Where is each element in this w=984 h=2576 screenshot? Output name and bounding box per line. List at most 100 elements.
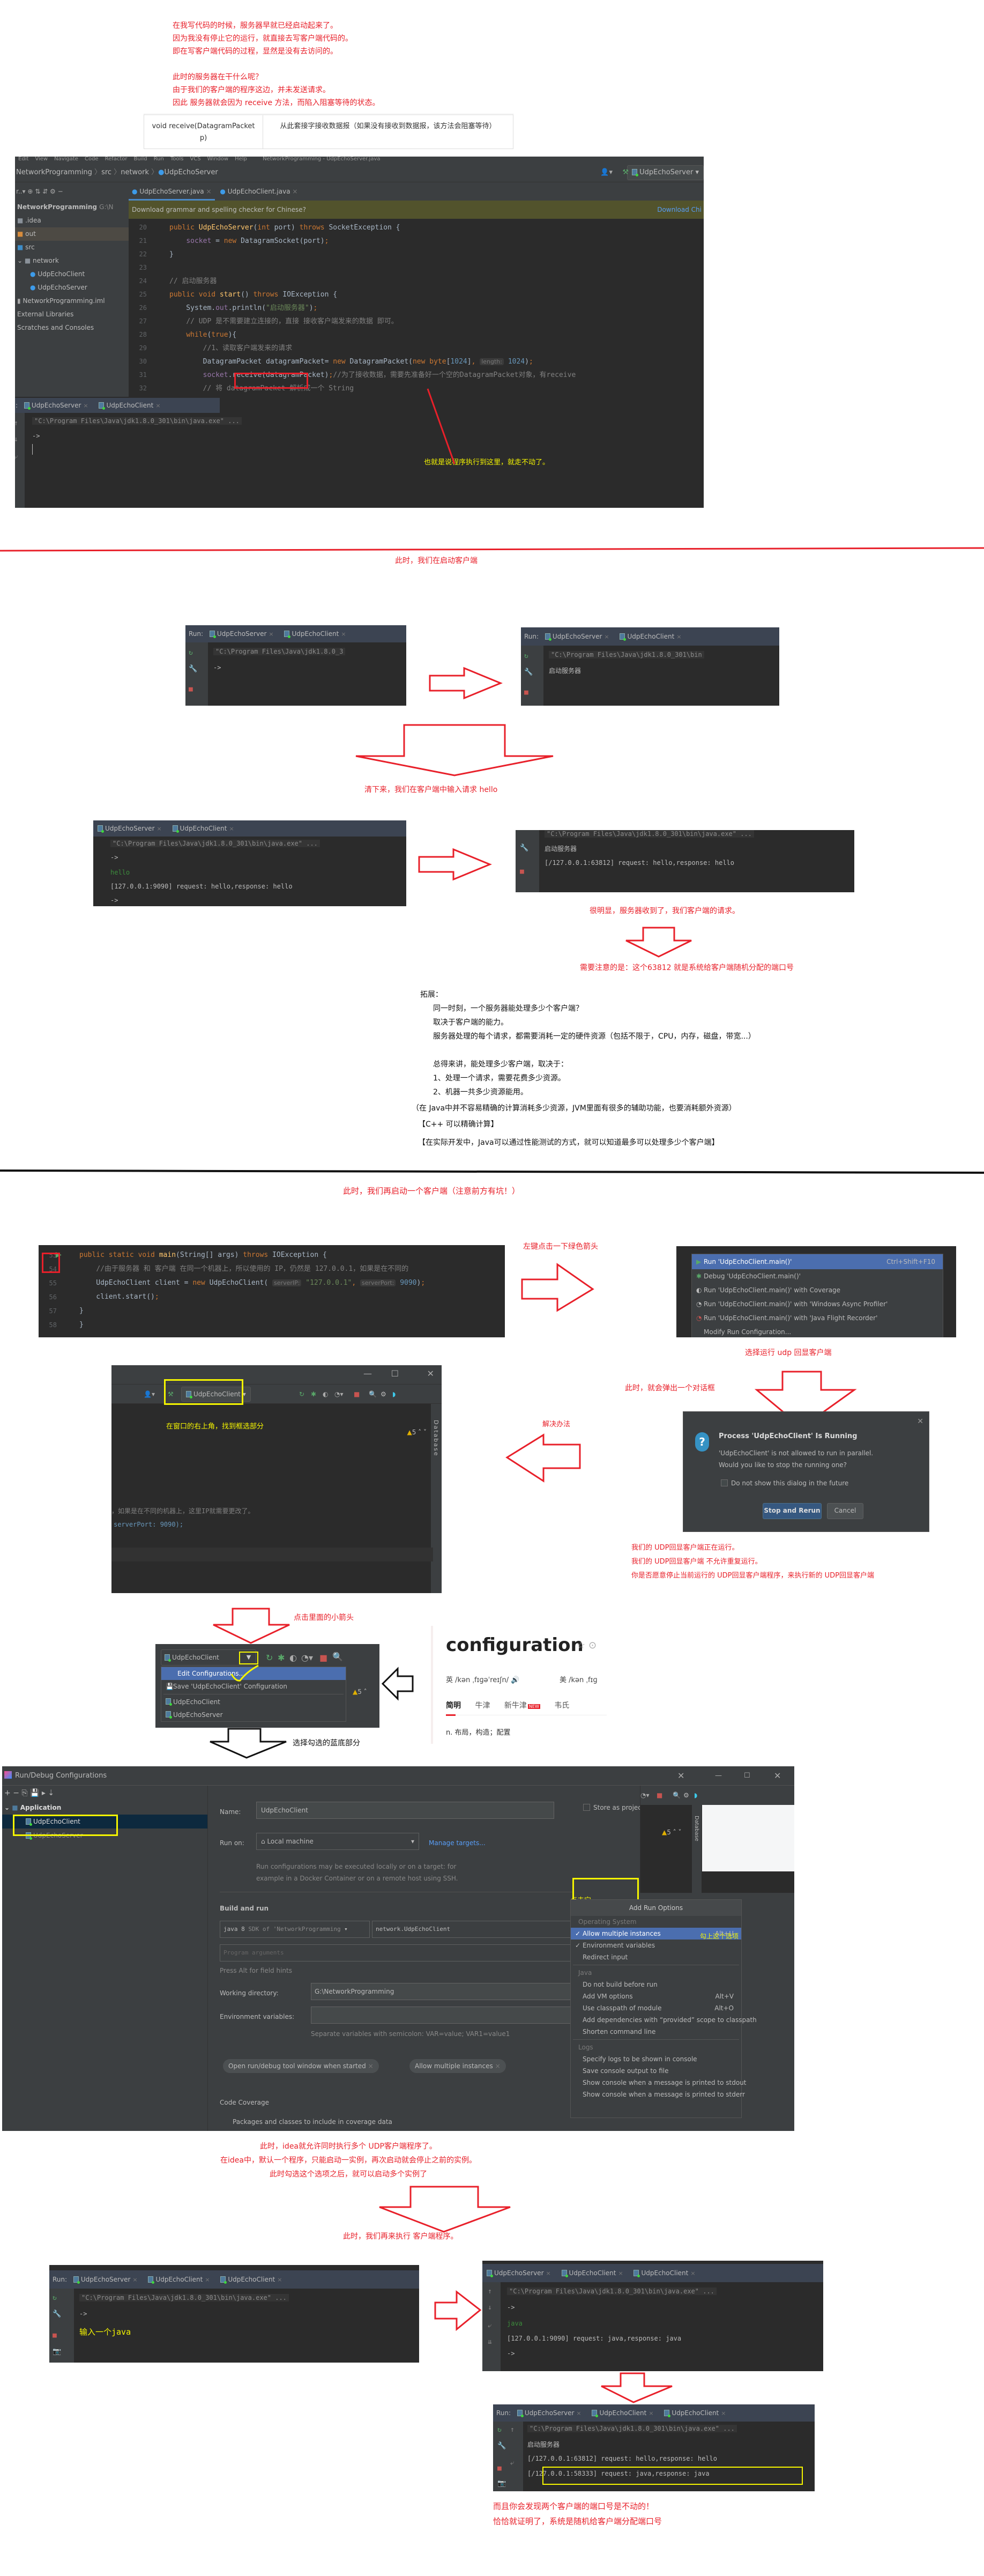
scroll-end-icon[interactable]: ⇊ — [488, 2338, 492, 2346]
search-icon[interactable]: 🔍 — [673, 1786, 681, 1805]
run-console[interactable]: ↻ 🔧 ■ "C:\Program Files\Java\jdk1.8.0_301\… — [521, 646, 779, 706]
folder-icon[interactable]: ▸ — [42, 1789, 46, 1797]
run-tab-server[interactable]: UdpEchoServer × — [93, 820, 166, 837]
run-console[interactable]: ↑ ↓ ⤶ ⇊ "C:\Program Files\Java\jdk1.8.0_301… — [482, 2282, 823, 2371]
remove-icon[interactable]: − — [13, 1789, 19, 1797]
editor-tab-server[interactable]: ● UdpEchoServer.java × — [129, 182, 215, 201]
profiler-icon[interactable]: ◔▾ — [334, 1385, 344, 1404]
config-item-client[interactable]: UdpEchoClient — [161, 1696, 346, 1708]
env-field[interactable] — [311, 2007, 573, 2024]
debug-icon[interactable]: ✱ — [278, 1653, 285, 1663]
close-icon[interactable]: × — [132, 2276, 137, 2283]
tree-item[interactable]: ● UdpEchoClient — [15, 268, 129, 281]
menu-item-run[interactable]: ▶ Run 'UdpEchoClient.main()' Ctrl+Shift+F1… — [692, 1254, 943, 1269]
breadcrumb-project[interactable]: NetworkProgramming — [16, 168, 92, 176]
rerun-icon[interactable]: ↻ — [189, 649, 193, 657]
menu-code[interactable]: Code — [85, 157, 99, 162]
close-icon[interactable]: × — [292, 188, 297, 195]
close-icon[interactable]: × — [495, 2062, 501, 2070]
camera-icon[interactable]: 📷 — [497, 2479, 506, 2488]
close-icon[interactable]: × — [277, 2276, 282, 2283]
highlight-dropdown-arrow[interactable]: ▼ — [239, 1652, 258, 1664]
menu-vcs[interactable]: VCS — [190, 157, 200, 162]
rerun-icon[interactable]: ↻ — [524, 652, 528, 660]
menu-view[interactable]: View — [35, 157, 48, 162]
wrap-icon[interactable]: ⤶ — [510, 2459, 514, 2467]
close-window-button[interactable]: ✕ — [427, 1368, 434, 1379]
run-tab-client[interactable]: UdpEchoClient × — [557, 2264, 628, 2283]
database-sidebar[interactable]: Database — [431, 1404, 442, 1593]
code-main-method[interactable]: 53 public static void main(String[] args)… — [39, 1245, 505, 1337]
run-option-item[interactable]: Show console when a message is printed t… — [571, 2077, 747, 2089]
close-icon[interactable]: × — [269, 631, 273, 638]
editor-tab-client[interactable]: ● UdpEchoClient.java × — [217, 182, 301, 201]
run-tab-client[interactable]: UdpEchoClient × — [587, 2404, 658, 2422]
tree-item[interactable]: External Libraries — [15, 308, 129, 321]
menu-item-profiler[interactable]: ◔ Run 'UdpEchoClient.main()' with 'Window… — [692, 1297, 943, 1311]
minimize-button[interactable]: — — [363, 1368, 372, 1379]
settings-icon[interactable]: ⚙ — [683, 1786, 689, 1805]
minimize-button[interactable]: — — [715, 1766, 722, 1786]
do-not-show-checkbox[interactable]: Do not show this dialog in the future — [721, 1479, 848, 1487]
tree-group-application[interactable]: ⌄ ■ Application — [2, 1801, 207, 1815]
close-icon[interactable]: × — [229, 825, 234, 832]
rerun-icon[interactable]: ↻ — [53, 2294, 57, 2302]
cancel-button[interactable]: Cancel — [827, 1503, 863, 1519]
close-icon[interactable]: × — [618, 2270, 623, 2277]
config-item-server[interactable]: UdpEchoServer — [161, 1708, 346, 1721]
scroll-up-icon[interactable]: ↑ — [510, 2426, 515, 2434]
star-icon[interactable]: ☆ — [577, 1640, 585, 1651]
tree-item[interactable]: ■ .idea — [15, 214, 129, 227]
stop-icon[interactable]: ■ — [319, 1653, 327, 1663]
close-icon[interactable]: × — [676, 633, 681, 640]
run-console[interactable]: "C:\Program Files\Java\jdk1.8.0_301\bin\… — [93, 837, 406, 906]
run-on-select[interactable]: ⌂ Local machine ▾ — [256, 1833, 419, 1850]
sort-icon[interactable]: ⇣ — [48, 1789, 54, 1797]
run-tab-server[interactable]: UdpEchoServer × — [482, 2264, 555, 2283]
run-config-selector[interactable]: UdpEchoServer ▾ — [627, 165, 704, 180]
main-class-field[interactable]: network.UdpEchoClient — [372, 1921, 576, 1938]
close-icon[interactable]: × — [368, 2062, 374, 2070]
rerun-icon[interactable]: ↻ — [497, 2426, 502, 2434]
tree-item[interactable]: ■ src — [15, 241, 129, 254]
chip-open-tool-window[interactable]: Open run/debug tool window when started … — [223, 2059, 379, 2073]
run-tab-client[interactable]: UdpEchoClient × — [94, 398, 165, 414]
run-console[interactable]: ↻ ↑ 🔧 ↓ ■ ⤶ "C:\Program Files\Java\jdk1.… — [15, 413, 704, 508]
stop-icon[interactable]: ■ — [657, 1786, 662, 1805]
stop-icon[interactable]: ■ — [497, 2464, 502, 2473]
menu-item-coverage[interactable]: ◐ Run 'UdpEchoClient.main()' with Coverag… — [692, 1283, 943, 1297]
maximize-button[interactable]: ☐ — [391, 1368, 399, 1379]
close-icon[interactable]: × — [690, 2270, 695, 2277]
program-arguments-field[interactable]: Program arguments — [220, 1944, 573, 1961]
run-option-item[interactable]: Show console when a message is printed t… — [571, 2089, 745, 2100]
run-tab-client-2[interactable]: UdpEchoClient × — [629, 2264, 700, 2284]
tree-item[interactable]: ● UdpEchoServer — [15, 281, 129, 294]
wrap-icon[interactable]: ⤶ — [15, 453, 18, 461]
warning-indicator[interactable]: ▲5 ˄ ˅ — [407, 1428, 427, 1436]
speaker-icon[interactable]: 🔊 — [511, 1676, 519, 1684]
hide-icon[interactable]: − — [58, 188, 63, 195]
tree-item[interactable]: ▮ NetworkProgramming.iml — [15, 294, 129, 308]
toolbox-icon[interactable]: ◗ — [694, 1786, 697, 1805]
dict-tab[interactable]: 新牛津 — [504, 1701, 527, 1710]
run-console[interactable]: ↻ 🔧 ■ "C:\Program Files\Java\jdk1.8.0_3 -> — [185, 642, 406, 706]
dict-tab[interactable]: 简明 — [446, 1701, 461, 1710]
scroll-up-icon[interactable]: ↑ — [15, 419, 18, 427]
toolbox-icon[interactable]: ◗ — [392, 1385, 396, 1404]
run-tab-server[interactable]: UdpEchoServer × — [205, 625, 278, 643]
coverage-icon[interactable]: ◐ — [323, 1385, 328, 1404]
dict-tab[interactable]: 牛津 — [475, 1701, 490, 1710]
manage-targets-link[interactable]: Manage targets... — [429, 1839, 486, 1847]
menu-window[interactable]: Window — [207, 157, 228, 162]
run-option-item[interactable]: Shorten command line — [571, 2026, 741, 2038]
stop-icon[interactable]: ■ — [524, 689, 528, 697]
scroll-down-icon[interactable]: ↓ — [488, 2304, 492, 2312]
breadcrumb-class[interactable]: UdpEchoServer — [165, 168, 218, 176]
settings-icon[interactable]: ⚙ — [381, 1385, 386, 1404]
tree-item[interactable]: Scratches and Consoles — [15, 321, 129, 335]
code-editor[interactable]: 20 public UdpEchoServer(int port) throws … — [129, 219, 704, 401]
breadcrumb-src[interactable]: src — [101, 168, 111, 176]
run-tab-client[interactable]: UdpEchoClient × — [168, 820, 238, 838]
banner-download-link[interactable]: Download Chi — [657, 201, 702, 219]
run-option-item[interactable]: Redirect input — [571, 1951, 741, 1963]
